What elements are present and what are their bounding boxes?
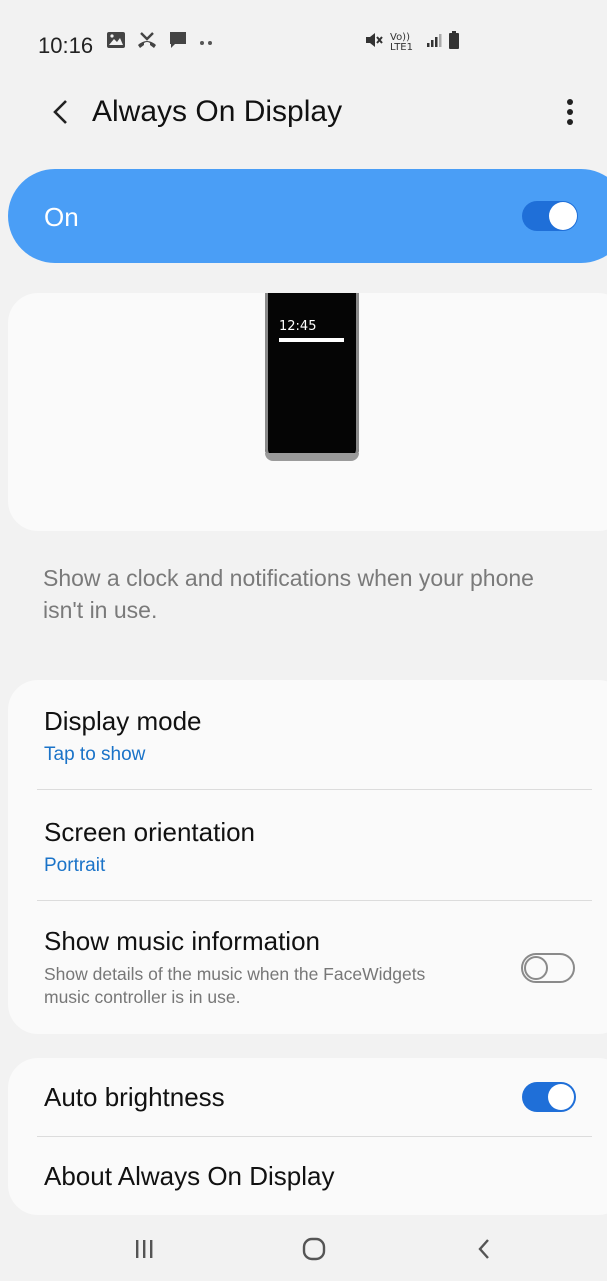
back-icon (478, 1239, 489, 1259)
feature-description: Show a clock and notifications when your… (43, 565, 534, 623)
recents-icon (136, 1240, 153, 1258)
chevron-left-icon (53, 100, 67, 124)
volte-lte-icon: Vo)) LTE1 (390, 31, 420, 53)
toggle-knob (524, 956, 548, 980)
auto-brightness-toggle[interactable] (522, 1082, 576, 1112)
auto-brightness-title: Auto brightness (44, 1082, 225, 1112)
screen-orientation-title: Screen orientation (44, 817, 256, 847)
home-icon (302, 1237, 326, 1261)
lte-label: Vo)) LTE1 (390, 31, 413, 53)
music-info-title: Show music information (44, 926, 320, 956)
mute-icon (364, 30, 384, 55)
display-mode-value: Tap to show (44, 744, 146, 765)
more-dots-icon (198, 34, 214, 52)
toggle-knob (549, 202, 577, 230)
status-bar: 10:16 Vo)) LTE1 (0, 0, 607, 80)
page-title: Always On Display (92, 95, 343, 128)
aod-preview-card: 12:45 (8, 293, 607, 531)
music-info-toggle[interactable] (521, 953, 575, 983)
preview-info-bar (279, 338, 344, 342)
more-vert-icon (567, 99, 573, 125)
missed-call-icon (136, 31, 158, 54)
screen-orientation-row[interactable]: Screen orientation Portrait (8, 790, 607, 900)
signal-icon (426, 32, 442, 53)
music-info-row[interactable]: Show music information Show details of t… (8, 901, 607, 1034)
back-button[interactable] (40, 92, 80, 132)
master-switch-label: On (44, 202, 79, 232)
gallery-icon (106, 31, 126, 54)
app-bar: Always On Display (0, 80, 607, 150)
auto-brightness-row[interactable]: Auto brightness (8, 1058, 607, 1136)
toggle-knob (548, 1084, 574, 1110)
display-mode-row[interactable]: Display mode Tap to show (8, 680, 607, 790)
recents-button[interactable] (122, 1227, 166, 1271)
master-toggle[interactable] (522, 201, 578, 231)
settings-card-secondary: Auto brightness About Always On Display (8, 1058, 607, 1215)
settings-card-main: Display mode Tap to show Screen orientat… (8, 680, 607, 1034)
about-aod-row[interactable]: About Always On Display (8, 1137, 607, 1215)
nav-back-button[interactable] (462, 1227, 506, 1271)
status-time: 10:16 (38, 33, 94, 58)
phone-preview: 12:45 (265, 293, 359, 461)
home-button[interactable] (292, 1227, 336, 1271)
message-icon (168, 30, 188, 55)
navigation-bar (0, 1215, 607, 1281)
display-mode-title: Display mode (44, 706, 202, 736)
phone-bottom-edge (265, 453, 359, 461)
music-info-description: Show details of the music when the FaceW… (44, 964, 426, 1007)
master-switch-bar[interactable]: On (8, 169, 607, 263)
preview-clock: 12:45 (279, 319, 317, 334)
screen-orientation-value: Portrait (44, 855, 106, 876)
more-options-button[interactable] (552, 90, 588, 134)
about-aod-title: About Always On Display (44, 1161, 335, 1191)
battery-icon (448, 30, 460, 55)
